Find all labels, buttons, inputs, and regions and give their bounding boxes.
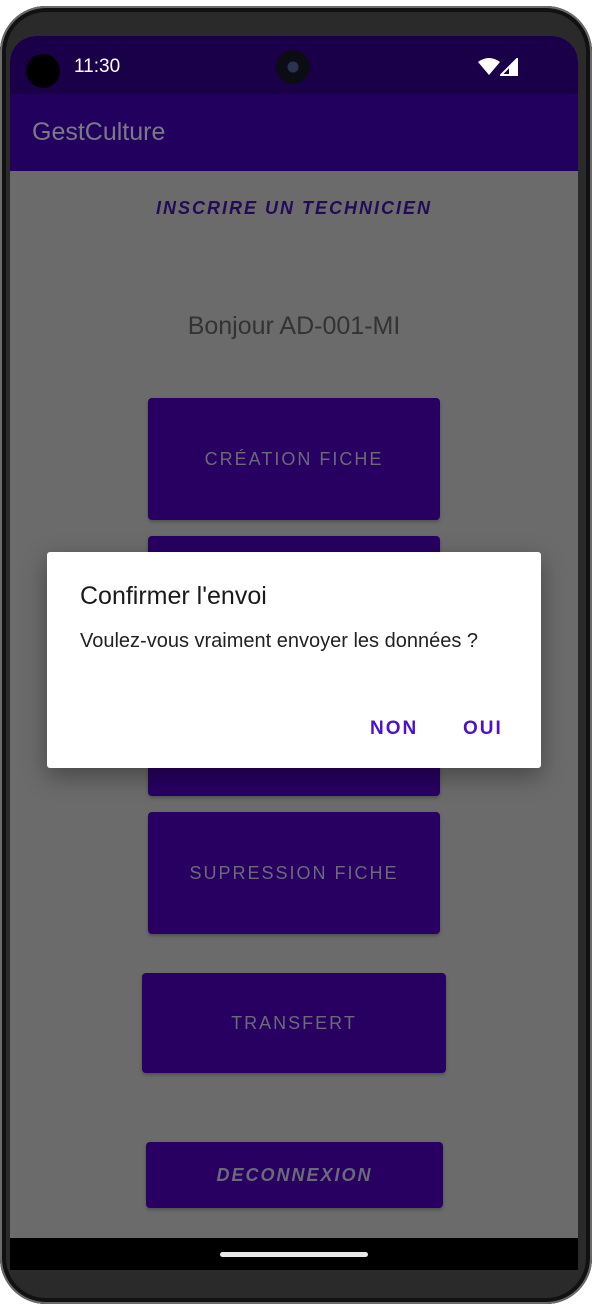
yes-button[interactable]: OUI [463,718,503,740]
navigation-bar [10,1238,578,1270]
no-button[interactable]: NON [370,718,418,740]
dialog-title: Confirmer l'envoi [80,582,267,610]
home-indicator[interactable] [220,1252,368,1257]
confirm-send-dialog: Confirmer l'envoi Voulez-vous vraiment e… [47,552,541,768]
dialog-message: Voulez-vous vraiment envoyer les données… [80,630,479,652]
